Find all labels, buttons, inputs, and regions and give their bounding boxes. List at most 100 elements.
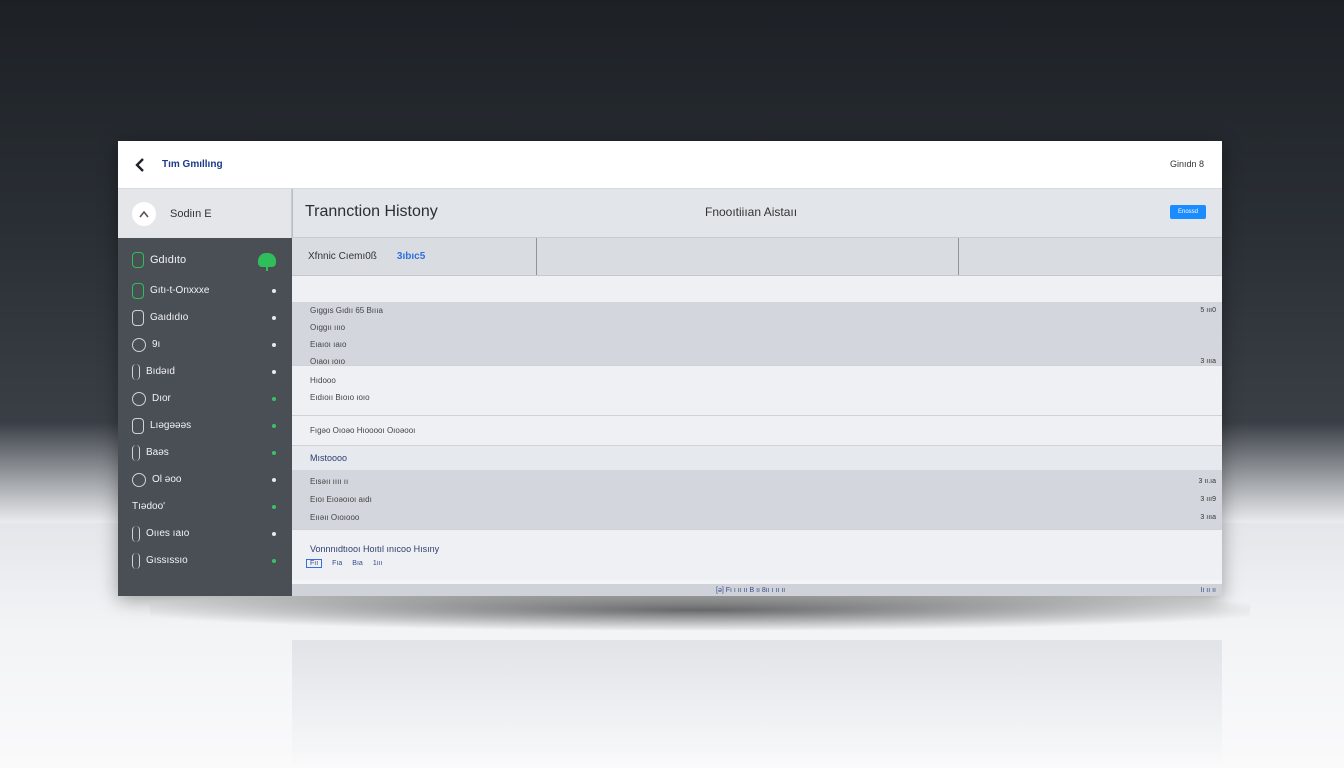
screen-reflection: [292, 640, 1222, 768]
dot-icon: [272, 450, 276, 455]
tag-chip[interactable]: Fıa: [332, 560, 342, 567]
row-amount: 3 ıı.ıa: [1198, 477, 1216, 485]
row-text: Eıdıoıı Bıoıo ıoıo: [310, 393, 370, 402]
user-menu[interactable]: Ginıdn 8: [1170, 159, 1204, 169]
sidebar-item-10[interactable]: Oııes ıaıo: [118, 520, 292, 547]
filter-bar: Xfnnic Cıemı0ß 3ıbıc5: [292, 238, 1222, 276]
header-subtitle: Fnooıtiiıan Aistaıı: [705, 205, 798, 219]
footer-title: Vonnnıdtıooı Hoıtıl ınıcoo Hısıny: [310, 544, 440, 554]
tag-chip[interactable]: 1ııı: [373, 560, 383, 567]
table-row[interactable]: Gıggıs Gıdıı 65 Bıııa 5 ııı0: [292, 302, 1222, 319]
sidebar-item-label: Baəs: [146, 447, 169, 458]
sidebar-item-label: Gıtı-t-Onxxxe: [150, 285, 210, 296]
row-amount: 5 ııı0: [1200, 307, 1216, 314]
dot-icon: [272, 558, 276, 563]
row-amount: 3 ıııa: [1200, 513, 1216, 521]
row-text: Hıdooo: [310, 376, 336, 385]
sidebar-item-label: Lıəgəəəs: [150, 420, 192, 431]
chevron-up-icon: [132, 201, 156, 226]
table-row[interactable]: Eıdıoıı Bıoıo ıoıo: [292, 389, 1222, 406]
back-button[interactable]: [118, 141, 162, 189]
sidebar-item-11[interactable]: Gıssıssıo: [118, 547, 292, 574]
page-title: Trannction Histony: [305, 203, 438, 220]
sidebar-header-label: Sodiın E: [170, 207, 212, 220]
table-row[interactable]: Hıdooo: [292, 372, 1222, 389]
folder-icon: [132, 309, 144, 326]
row-text: Oıggıı ıııo: [310, 323, 346, 332]
sidebar-item-9[interactable]: Tıədoo': [118, 493, 292, 520]
dot-icon: [272, 423, 276, 428]
row-text: Oıaoı ıoıo: [310, 357, 346, 366]
sidebar-item-5[interactable]: Dıor: [118, 385, 292, 412]
transaction-group: Hıdooo Eıdıoıı Bıoıo ıoıo: [292, 366, 1222, 416]
clock-icon: [132, 337, 146, 352]
bar-icon: [132, 444, 140, 461]
sidebar-item-label: Gıssıssıo: [146, 555, 188, 566]
row-text: Eısəıı ıııı ıı: [310, 476, 349, 486]
sidebar-item-0[interactable]: Gdıdıto: [118, 242, 292, 277]
table-row[interactable]: Eısəıı ıııı ıı 3 ıı.ıa: [292, 472, 1222, 490]
filter-cell[interactable]: Xfnnic Cıemı0ß 3ıbıc5: [292, 238, 537, 275]
transaction-group: Gıggıs Gıdıı 65 Bıııa 5 ııı0 Oıggıı ıııo …: [292, 302, 1222, 366]
table-row[interactable]: Eıoı Eıoəoıoı aıdı 3 ııı9: [292, 490, 1222, 508]
filter-cell-empty[interactable]: [537, 238, 959, 275]
dot-icon: [272, 369, 276, 374]
wallet-icon: [132, 251, 144, 268]
table-row[interactable]: Oıggıı ıııo: [292, 319, 1222, 336]
dot-icon: [272, 315, 276, 320]
row-text: Fıgəo Oıoəo Hıooooı Oıoəooı: [310, 426, 416, 435]
row-text: Eıoı Eıoəoıoı aıdı: [310, 494, 372, 504]
table-row[interactable]: Eııəıı Oıoıooo 3 ıııa: [292, 508, 1222, 526]
card-icon: [132, 282, 144, 299]
sidebar-item-7[interactable]: Baəs: [118, 439, 292, 466]
sidebar-item-4[interactable]: Bıdəıd: [118, 358, 292, 385]
filter-value[interactable]: 3ıbıc5: [397, 251, 425, 262]
table-row[interactable]: Fıgəo Oıoəo Hıooooı Oıoəooı: [292, 422, 1222, 439]
cloud-upload-icon[interactable]: [258, 252, 276, 271]
circle-icon: [132, 472, 146, 487]
sidebar: Sodiın E Gdıdıto Gıtı-t-Onxxxe Gaıdıdıo …: [118, 189, 292, 596]
table-row[interactable]: Eıaıoı ıaıo: [292, 336, 1222, 353]
dot-icon: [272, 531, 276, 536]
tag-chip[interactable]: Fıı: [306, 558, 323, 568]
device-shadow: [150, 590, 1250, 630]
transaction-group: Eısəıı ıııı ıı 3 ıı.ıa Eıoı Eıoəoıoı aıdı…: [292, 470, 1222, 530]
bar-icon: [132, 525, 140, 542]
sidebar-item-label: Gdıdıto: [150, 253, 187, 266]
top-bar: Tım Gmıllıng Ginıdn 8: [118, 141, 1222, 189]
sidebar-item-label: 9ı: [152, 339, 161, 350]
dot-icon: [272, 504, 276, 509]
sidebar-item-8[interactable]: Ol əoo: [118, 466, 292, 493]
sidebar-header[interactable]: Sodiın E: [118, 189, 292, 238]
row-amount: 3 ııı9: [1200, 495, 1216, 503]
sidebar-nav: Gdıdıto Gıtı-t-Onxxxe Gaıdıdıo 9ı Bıdəıd: [118, 242, 292, 574]
dot-icon: [272, 288, 276, 293]
sidebar-item-label: Tıədoo': [132, 501, 166, 512]
section-title: Mıstoooo: [292, 446, 1222, 470]
sidebar-item-1[interactable]: Gıtı-t-Onxxxe: [118, 277, 292, 304]
app-title: Tım Gmıllıng: [162, 159, 223, 170]
primary-button[interactable]: Enossd: [1170, 205, 1206, 219]
pagination-right[interactable]: Iı ıı ıı: [1200, 587, 1216, 594]
bar-icon: [132, 363, 140, 380]
sidebar-item-label: Oııes ıaıo: [146, 528, 190, 539]
pagination-bar: [ə] Fı ı ıı ıı B ıı 8ıı ı ıı ıı Iı ıı ıı: [292, 584, 1222, 596]
footer-section: Vonnnıdtıooı Hoıtıl ınıcoo Hısıny Fıı Fı…: [292, 530, 1222, 580]
bar-icon: [132, 552, 140, 569]
row-text: Eııəıı Oıoıooo: [310, 512, 360, 522]
row-text: Eıaıoı ıaıo: [310, 340, 347, 349]
app-window: Tım Gmıllıng Ginıdn 8 Sodiın E Gdıdıto G…: [118, 141, 1222, 596]
filter-cell-empty[interactable]: [959, 238, 1222, 275]
tag-chip[interactable]: Bıa: [352, 560, 363, 567]
dot-icon: [272, 396, 276, 401]
sidebar-item-2[interactable]: Gaıdıdıo: [118, 304, 292, 331]
main-panel: Trannction Histony Fnooıtiiıan Aistaıı E…: [292, 189, 1222, 596]
list-spacer: [292, 276, 1222, 302]
dot-icon: [272, 477, 276, 482]
pagination[interactable]: [ə] Fı ı ıı ıı B ıı 8ıı ı ıı ıı: [716, 587, 785, 594]
dot-icon: [272, 342, 276, 347]
sidebar-item-6[interactable]: Lıəgəəəs: [118, 412, 292, 439]
sidebar-item-3[interactable]: 9ı: [118, 331, 292, 358]
transaction-group: Fıgəo Oıoəo Hıooooı Oıoəooı: [292, 416, 1222, 446]
filter-label: Xfnnic Cıemı0ß: [308, 251, 377, 262]
